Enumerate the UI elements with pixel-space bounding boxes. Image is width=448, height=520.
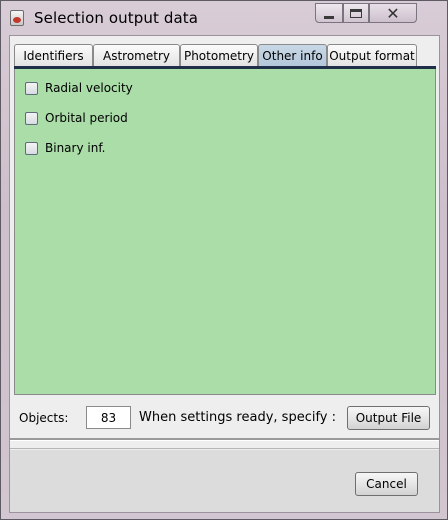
option-label: Binary inf.: [45, 141, 106, 155]
maximize-button[interactable]: [343, 3, 369, 23]
option-orbital-period[interactable]: Orbital period: [25, 109, 128, 127]
tab-label: Output format: [329, 48, 415, 63]
tab-label: Other info: [262, 48, 323, 63]
close-icon: ✕: [386, 3, 400, 23]
option-label: Orbital period: [45, 111, 128, 125]
button-label: Output File: [355, 411, 422, 425]
settings-ready-text: When settings ready, specify :: [139, 410, 337, 425]
objects-count-field[interactable]: [86, 406, 131, 429]
tab-photometry[interactable]: Photometry: [180, 44, 258, 66]
maximize-icon: [350, 8, 362, 18]
tab-astrometry[interactable]: Astrometry: [93, 44, 180, 66]
other-info-panel: Radial velocity Orbital period Binary in…: [14, 69, 436, 395]
minimize-icon: [324, 15, 334, 19]
cancel-button[interactable]: Cancel: [355, 472, 418, 496]
window-title: Selection output data: [34, 9, 199, 27]
button-label: Cancel: [366, 477, 407, 491]
tab-output-format[interactable]: Output format: [327, 44, 417, 66]
option-label: Radial velocity: [45, 81, 133, 95]
option-radial-velocity[interactable]: Radial velocity: [25, 79, 133, 97]
dialog-window: Selection output data ✕ Identifiers Astr…: [0, 0, 448, 520]
tab-label: Astrometry: [103, 48, 170, 63]
lower-separator: [10, 448, 439, 449]
orbital-period-checkbox[interactable]: [25, 111, 38, 125]
tab-label: Identifiers: [23, 48, 84, 63]
tab-other-info[interactable]: Other info: [258, 44, 327, 66]
objects-label: Objects:: [19, 411, 69, 425]
binary-inf-checkbox[interactable]: [25, 141, 38, 155]
java-cup-icon: [10, 10, 24, 26]
footer-separator: [10, 438, 439, 441]
minimize-button[interactable]: [315, 3, 343, 23]
tab-identifiers[interactable]: Identifiers: [14, 44, 93, 66]
title-bar[interactable]: Selection output data ✕: [1, 1, 447, 35]
option-binary-inf[interactable]: Binary inf.: [25, 139, 105, 157]
close-button[interactable]: ✕: [369, 3, 417, 23]
output-file-button[interactable]: Output File: [347, 406, 430, 430]
tab-label: Photometry: [183, 48, 255, 63]
radial-velocity-checkbox[interactable]: [25, 81, 38, 95]
